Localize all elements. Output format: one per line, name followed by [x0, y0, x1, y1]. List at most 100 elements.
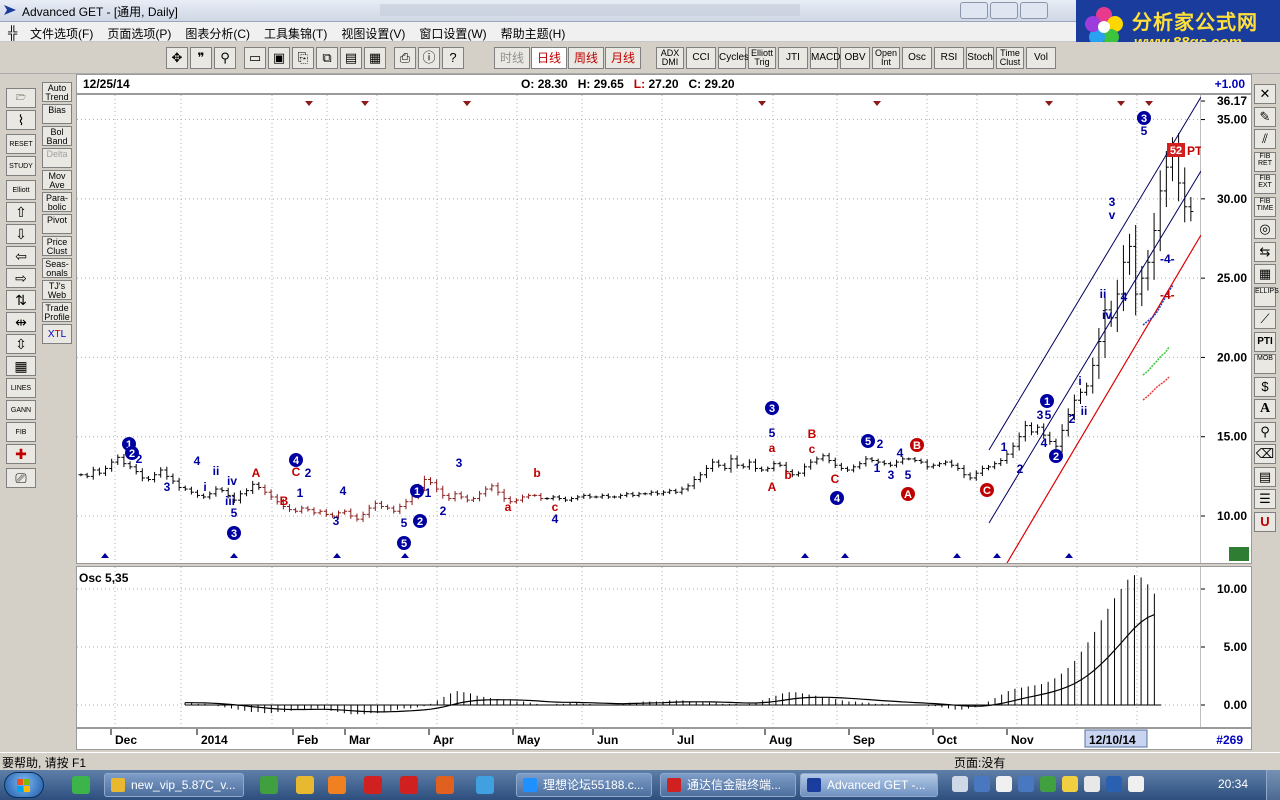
study-button-macd[interactable]: MACD — [810, 47, 840, 69]
fib-icon[interactable]: FIB — [6, 422, 36, 442]
oscillator-chart[interactable]: 10.00 5.00 0.00 Osc 5,35 — [77, 567, 1251, 727]
diagonal-icon[interactable]: ⟋ — [1254, 309, 1276, 329]
dollar-icon[interactable]: $ — [1254, 376, 1276, 397]
arrow-left-icon[interactable]: ⇦ — [6, 246, 36, 266]
period-button-2[interactable]: 周线 — [568, 47, 604, 69]
left-study-bol-band[interactable]: Bol Band — [42, 126, 72, 146]
oscillator-panel[interactable]: 10.00 5.00 0.00 Osc 5,35 — [76, 566, 1252, 728]
crosshair-icon[interactable]: ✚ — [6, 444, 36, 464]
help-cursor-icon[interactable]: ? — [442, 47, 464, 69]
taskbar-item-1[interactable]: 理想论坛55188.c... — [516, 773, 652, 797]
quicklaunch-app5-icon[interactable] — [436, 776, 454, 794]
right-tool-mob[interactable]: MOB — [1254, 354, 1276, 374]
left-study-price-clust[interactable]: Price Clust — [42, 236, 72, 256]
new-page-icon[interactable]: ▭ — [244, 47, 266, 69]
tray-icon-2[interactable] — [996, 776, 1012, 792]
paste-icon[interactable]: ▤ — [340, 47, 362, 69]
zoom-icon[interactable]: ⚲ — [214, 47, 236, 69]
tray-icon-1[interactable] — [974, 776, 990, 792]
right-tool-fib-ext[interactable]: FIB EXT — [1254, 174, 1276, 194]
elliott-tool-icon[interactable]: Elliott — [6, 180, 36, 200]
taskbar-item-0[interactable]: new_vip_5.87C_v... — [104, 773, 244, 797]
expand-icon[interactable]: ⇹ — [6, 312, 36, 332]
menu-item-6[interactable]: 帮助主题(H) — [501, 25, 566, 42]
study-button-time-clust[interactable]: Time Clust — [996, 47, 1024, 69]
close-x-icon[interactable]: ✕ — [1254, 84, 1276, 104]
tray-icon-7[interactable] — [1106, 776, 1122, 792]
right-tool-fib-time[interactable]: FIB TIME — [1254, 196, 1276, 217]
left-study-mov-ave[interactable]: Mov Ave — [42, 170, 72, 190]
taskbar-item-3[interactable]: Advanced GET -... — [800, 773, 938, 797]
study-button-rsi[interactable]: RSI — [934, 47, 964, 69]
arrow-down-icon[interactable]: ⇩ — [6, 224, 36, 244]
eraser-icon[interactable]: ⌫ — [1254, 444, 1276, 464]
compress-icon[interactable]: ⇅ — [6, 290, 36, 310]
ruler-icon[interactable]: ⫽ — [1254, 129, 1276, 149]
elliott-wave-icon[interactable]: ⌇ — [6, 110, 36, 130]
start-button[interactable] — [4, 772, 44, 798]
right-tool-a[interactable]: A — [1254, 399, 1276, 419]
left-study-tj-s-web[interactable]: TJ's Web — [42, 280, 72, 300]
price-chart[interactable]: 12 234iiiiviii53ABC 24134551 1223abc435aAbB… — [77, 94, 1251, 564]
quicklaunch-chrome-icon[interactable] — [260, 776, 278, 794]
browser-quicklaunch-icon[interactable] — [72, 776, 90, 794]
study-button-vol[interactable]: Vol — [1026, 47, 1056, 69]
quicklaunch-folder2-icon[interactable] — [296, 776, 314, 794]
tray-icon-3[interactable] — [1018, 776, 1034, 792]
left-study-para-bolic[interactable]: Para-bolic — [42, 192, 72, 212]
magnet-icon[interactable]: U — [1254, 511, 1276, 532]
menu-item-0[interactable]: 文件选项(F) — [30, 25, 93, 42]
right-tool-fib-ret[interactable]: FIB RET — [1254, 151, 1276, 172]
open-folder-icon[interactable]: 🗁 — [6, 88, 36, 108]
study-button-open-int[interactable]: Open Int — [872, 47, 900, 69]
quicklaunch-app3-icon[interactable] — [364, 776, 382, 794]
minimize-button[interactable] — [960, 2, 988, 19]
quicklaunch-media2-icon[interactable] — [328, 776, 346, 794]
left-study-bias[interactable]: Bias — [42, 104, 72, 124]
show-desktop-button[interactable] — [1266, 770, 1280, 800]
study-button-adx-dmi[interactable]: ADX DMI — [656, 47, 684, 69]
grid-icon[interactable]: ▦ — [6, 356, 36, 376]
study-button-obv[interactable]: OBV — [840, 47, 870, 69]
study-button-cycles[interactable]: Cycles — [718, 47, 749, 69]
tray-icon-4[interactable] — [1040, 776, 1056, 792]
info-icon[interactable]: ⓘ — [418, 47, 440, 69]
lines-icon[interactable]: LINES — [6, 378, 36, 398]
study-button-cci[interactable]: CCI — [686, 47, 716, 69]
xtl-button[interactable]: XTL — [42, 324, 72, 344]
move-icon[interactable]: ✥ — [166, 47, 188, 69]
right-tool-pti[interactable]: PTI — [1254, 331, 1276, 352]
print-icon[interactable]: ⎙ — [394, 47, 416, 69]
close-button[interactable] — [1020, 2, 1048, 19]
tray-icon-5[interactable] — [1062, 776, 1078, 792]
period-button-1[interactable]: 日线 — [531, 47, 567, 69]
left-study-trade-profile[interactable]: Trade Profile — [42, 302, 72, 322]
left-study-seas-onals[interactable]: Seas-onals — [42, 258, 72, 278]
grid-small-icon[interactable]: ▦ — [1254, 264, 1276, 284]
tray-icon-6[interactable] — [1084, 776, 1100, 792]
chart-thumbnail-icon[interactable] — [1229, 547, 1249, 561]
study-button-elliott-trig[interactable]: Elliott Trig — [748, 47, 776, 69]
period-button-0[interactable]: 时线 — [494, 47, 530, 69]
study-button-stoch[interactable]: Stoch — [966, 47, 994, 69]
left-study-pivot[interactable]: Pivot — [42, 214, 72, 234]
study-icon[interactable]: STUDY — [6, 156, 36, 176]
arrow-up-icon[interactable]: ⇧ — [6, 202, 36, 222]
template-icon[interactable]: ▦ — [364, 47, 386, 69]
pencil-icon[interactable]: ✎ — [1254, 106, 1276, 127]
tray-icon-8[interactable] — [1128, 776, 1144, 792]
left-study-delta[interactable]: Delta — [42, 148, 72, 168]
study-button-osc[interactable]: Osc — [902, 47, 932, 69]
menu-item-1[interactable]: 页面选项(P) — [107, 25, 171, 42]
reset-icon[interactable]: RESET — [6, 134, 36, 154]
gann-icon[interactable]: GANN — [6, 400, 36, 420]
study-button-jti[interactable]: JTI — [778, 47, 808, 69]
zoom-vertical-icon[interactable]: ⇳ — [6, 334, 36, 354]
right-tool-ellips[interactable]: ELLIPS — [1254, 286, 1279, 307]
left-study-auto-trend[interactable]: Auto Trend — [42, 82, 72, 102]
arrow-right-icon[interactable]: ⇨ — [6, 268, 36, 288]
menu-item-2[interactable]: 图表分析(C) — [185, 25, 250, 42]
taskbar-item-2[interactable]: 通达信金融终端... — [660, 773, 796, 797]
menu-item-4[interactable]: 视图设置(V) — [341, 25, 405, 42]
target-icon[interactable]: ◎ — [1254, 219, 1276, 239]
